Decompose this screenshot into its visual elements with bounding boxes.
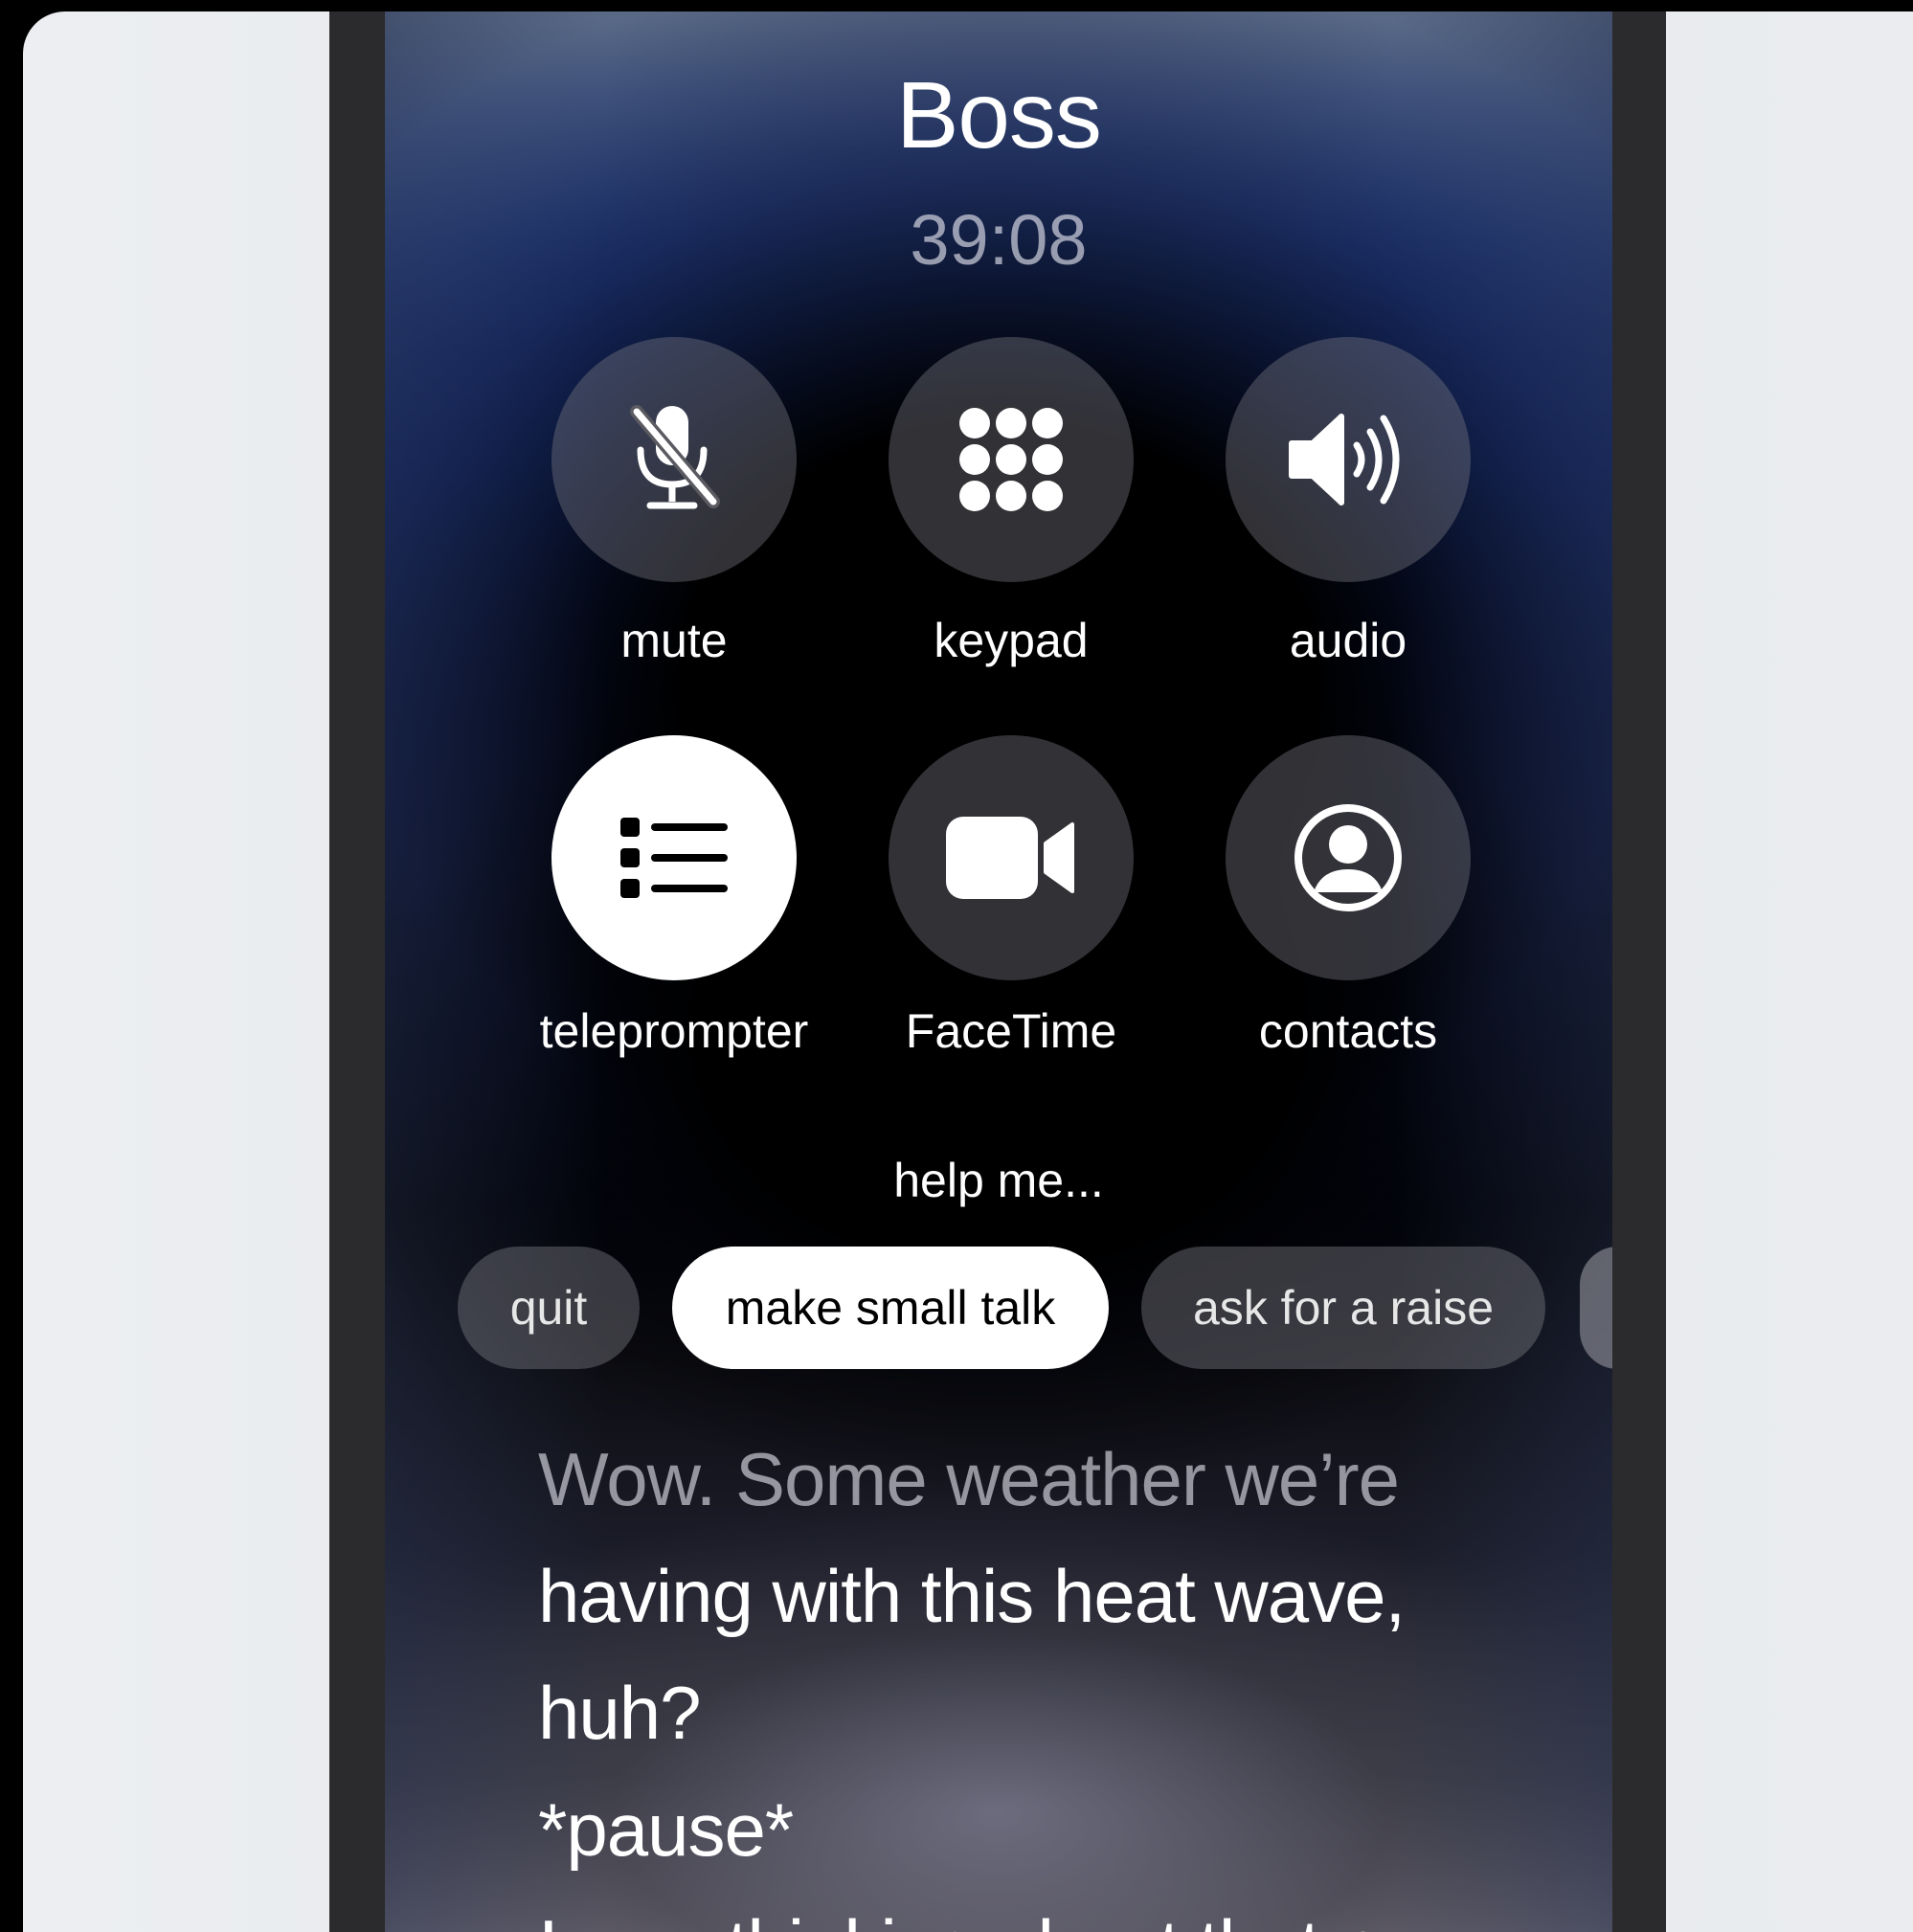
teleprompter-line: having with this heat wave, bbox=[538, 1554, 1406, 1638]
speaker-icon bbox=[1289, 414, 1400, 505]
chip-overflow[interactable] bbox=[1580, 1247, 1612, 1369]
list-icon bbox=[620, 818, 728, 898]
contacts-button[interactable] bbox=[1226, 735, 1471, 980]
mute-label: mute bbox=[620, 614, 728, 667]
keypad-label: keypad bbox=[934, 614, 1089, 667]
contacts-label: contacts bbox=[1258, 1004, 1438, 1058]
person-circle-icon bbox=[1294, 804, 1402, 911]
teleprompter-line: Wow. Some weather we’re bbox=[538, 1437, 1400, 1521]
chip-ask-for-raise[interactable]: ask for a raise bbox=[1141, 1247, 1545, 1369]
teleprompter-button[interactable] bbox=[551, 735, 797, 980]
teleprompter-line: *pause* bbox=[538, 1787, 794, 1872]
mic-slash-icon bbox=[630, 405, 720, 509]
call-timer: 39:08 bbox=[910, 200, 1088, 280]
keypad-button[interactable] bbox=[889, 337, 1134, 582]
teleprompter-line: I was thinking about that p bbox=[538, 1888, 1553, 1932]
app-frame: Boss 39:08 mute keypad audio teleprompte… bbox=[0, 0, 1913, 1932]
call-screen: Boss 39:08 mute keypad audio teleprompte… bbox=[385, 11, 1612, 1932]
audio-label: audio bbox=[1289, 614, 1407, 667]
background-card: Boss 39:08 mute keypad audio teleprompte… bbox=[23, 11, 1913, 1932]
video-camera-icon bbox=[946, 817, 1074, 899]
caller-name: Boss bbox=[896, 62, 1102, 168]
audio-button[interactable] bbox=[1226, 337, 1471, 582]
teleprompter-text: Wow. Some weather we’re having with this… bbox=[538, 1421, 1553, 1932]
facetime-button[interactable] bbox=[889, 735, 1134, 980]
help-me-heading: help me... bbox=[893, 1154, 1104, 1207]
teleprompter-line: huh? bbox=[538, 1671, 702, 1755]
keypad-icon bbox=[959, 408, 1063, 511]
chip-make-small-talk[interactable]: make small talk bbox=[672, 1247, 1109, 1369]
teleprompter-label: teleprompter bbox=[539, 1004, 809, 1058]
chip-quit[interactable]: quit bbox=[458, 1247, 640, 1369]
facetime-label: FaceTime bbox=[905, 1004, 1117, 1058]
mute-button[interactable] bbox=[551, 337, 797, 582]
